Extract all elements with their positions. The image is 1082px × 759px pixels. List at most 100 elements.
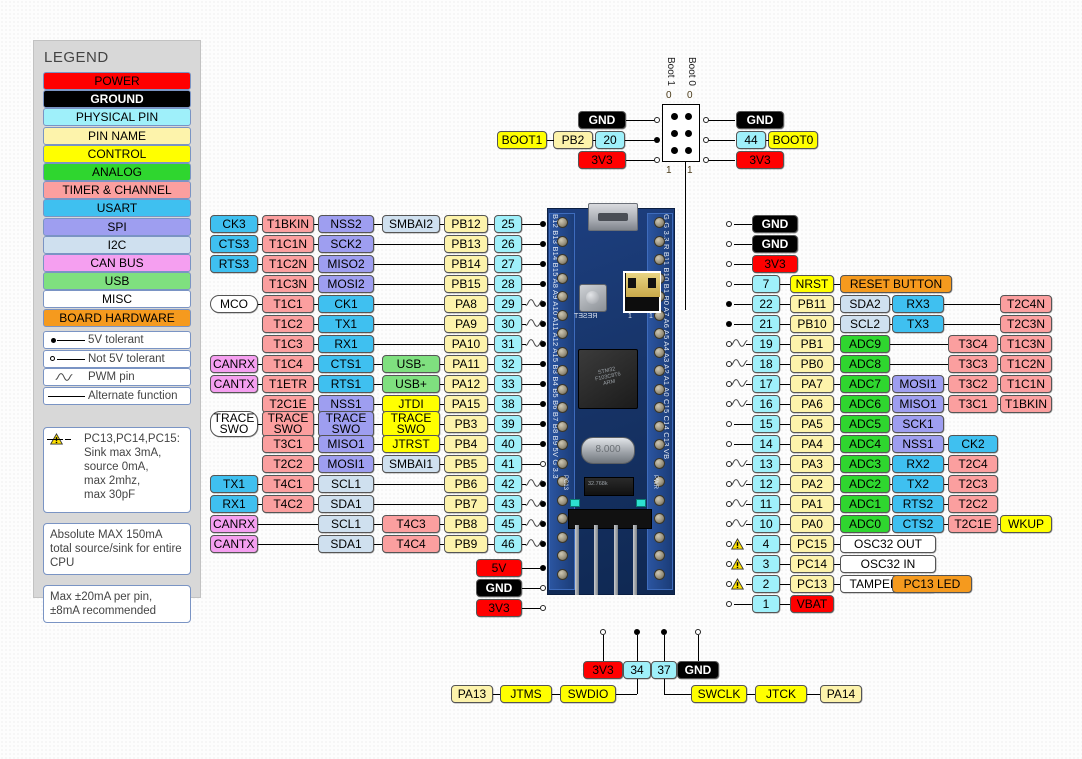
right-node-mosi1: MOSI1	[892, 375, 944, 393]
node-label: ADC8	[848, 357, 881, 371]
connector-wire	[258, 524, 318, 525]
left-node-miso1: MISO1	[318, 435, 374, 453]
boot-jumpers-hardware[interactable]	[623, 271, 661, 313]
left-node-cantx: CANTX	[210, 375, 258, 393]
pwm-wave-icon	[730, 499, 748, 507]
swd-pa13: PA13	[451, 685, 493, 703]
legend-row-physical-pin: PHYSICAL PIN	[43, 108, 191, 127]
connector-wire	[834, 564, 840, 565]
swd-header-label: 3V3	[592, 663, 614, 677]
swd-header-hardware[interactable]	[568, 509, 652, 529]
pin-name-label: PB5	[454, 457, 478, 471]
left-pin-name-PA15: PA15	[444, 395, 488, 413]
node-label: T1C1N	[268, 237, 307, 251]
right-node-osc32-in: OSC32 IN	[840, 555, 936, 573]
pin-name-label: PA9	[455, 317, 477, 331]
right-pin-name-PC14: PC14	[790, 555, 834, 573]
pin-lead	[734, 244, 752, 245]
legend-symbol-label: 5V tolerant	[88, 334, 144, 346]
connector-wire	[258, 544, 318, 545]
pwm-wave-icon	[730, 519, 748, 527]
pad-hole	[557, 217, 568, 228]
node-label: PC13 LED	[903, 577, 961, 591]
legend-row-label: USART	[96, 201, 138, 216]
boot1-pin-box: 20	[595, 131, 625, 149]
reset-button-hardware[interactable]	[579, 284, 607, 312]
connector-wire	[780, 384, 790, 385]
connector-wire	[834, 584, 840, 585]
legend-symbol-hollow-dot-line: Not 5V tolerant	[43, 349, 191, 368]
pwm-wave-icon	[730, 399, 748, 407]
not-5v-tolerant-marker	[726, 601, 732, 607]
left-physical-pin-46: 46	[494, 535, 522, 553]
right-node-adc5: ADC5	[840, 415, 890, 433]
connector-wire	[314, 444, 318, 445]
right-pin-name-PA6: PA6	[790, 395, 834, 413]
connector-wire	[834, 424, 840, 425]
connector-wire	[374, 464, 382, 465]
pin-number-label: 17	[759, 377, 773, 391]
node-label: T2C1E	[954, 517, 992, 531]
pin-number-label: 28	[501, 277, 515, 291]
right-pin-name-PA3: PA3	[790, 455, 834, 473]
left-pin-name-PB5: PB5	[444, 455, 488, 473]
connector-wire	[314, 244, 318, 245]
connector-wire	[374, 384, 382, 385]
tolerant-5v-marker	[540, 521, 546, 527]
pin-lead	[522, 444, 540, 445]
pin-number-label: 31	[501, 337, 515, 351]
left-node-smbai1: SMBAI1	[382, 455, 440, 473]
crystal-marking: 8.000	[595, 444, 621, 455]
connector-wire	[374, 544, 382, 545]
left-physical-pin-39: 39	[494, 415, 522, 433]
node-label: RTS2	[902, 497, 934, 511]
right-pin-name-VBAT: VBAT	[790, 595, 834, 613]
swd-label: SWDIO	[567, 687, 609, 701]
left-physical-pin-43: 43	[494, 495, 522, 513]
boot1-label-box: BOOT1	[497, 131, 547, 149]
connector-wire	[944, 384, 948, 385]
boot-jumper-header[interactable]	[662, 104, 700, 162]
connector-wire	[374, 304, 444, 305]
pin-lead	[522, 464, 540, 465]
node-label: RTS3	[218, 257, 250, 271]
connector-wire	[493, 694, 500, 695]
pin-number-label: 2	[762, 577, 770, 591]
connector-wire	[780, 424, 790, 425]
right-node-t1c1n: T1C1N	[1000, 375, 1052, 393]
connector-wire	[374, 404, 382, 405]
pad-hole	[557, 439, 568, 450]
node-label: T1C2N	[1006, 357, 1045, 371]
left-node-sck1: TRACE SWO	[318, 411, 374, 437]
pin-lead	[522, 364, 540, 365]
pin-number-label: 29	[501, 297, 515, 311]
legend-warning-text: PC13,PC14,PC15: Sink max 3mA, source 0mA…	[84, 433, 180, 501]
power-label: 3V3	[764, 257, 786, 271]
pad-hole	[654, 235, 665, 247]
pin-name-label: PC13	[796, 577, 828, 591]
right-node-t3c4: T3C4	[948, 335, 998, 353]
not-5v-tolerant-marker	[695, 629, 701, 635]
connector-wire	[374, 284, 444, 285]
rtc-crystal-marking: 32.768k	[588, 481, 608, 487]
right-physical-pin-3: 3	[752, 555, 780, 573]
swd-lead	[698, 635, 699, 661]
right-physical-pin-17: 17	[752, 375, 780, 393]
connector-wire	[374, 484, 444, 485]
connector-wire	[890, 324, 892, 325]
right-node-tx2: TX2	[892, 475, 944, 493]
pin-name-label: PA6	[801, 397, 823, 411]
left-physical-pin-29: 29	[494, 295, 522, 313]
node-label: T4C1	[273, 477, 303, 491]
left-node-usb-: USB-	[382, 355, 440, 373]
pin-lead	[734, 324, 752, 325]
pin-lead	[522, 384, 540, 385]
right-pin-name-PB1: PB1	[790, 335, 834, 353]
connector-wire	[780, 304, 790, 305]
pin-name-label: PA1	[801, 497, 823, 511]
left-node-mco: MCO	[210, 295, 258, 313]
left-node-rx1: RX1	[318, 335, 374, 353]
connector-wire	[374, 444, 382, 445]
left-node-t1c3n: T1C3N	[262, 275, 314, 293]
connector-wire	[890, 304, 892, 305]
